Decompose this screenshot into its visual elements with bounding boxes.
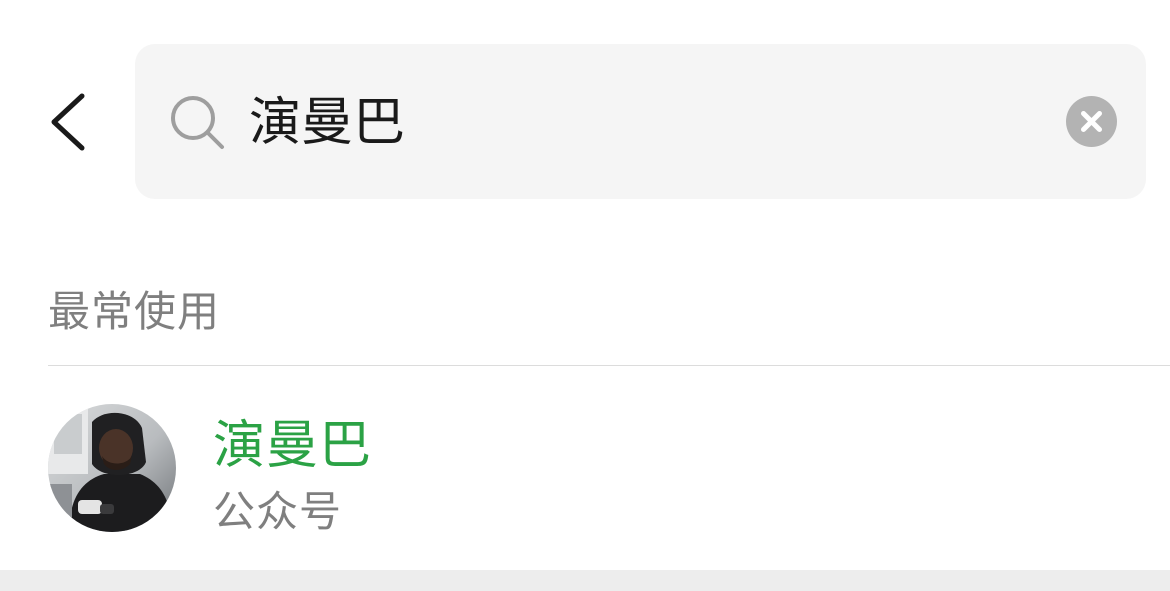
close-icon <box>1081 111 1102 132</box>
chevron-left-icon <box>51 93 85 151</box>
search-input[interactable] <box>249 84 1049 162</box>
search-bar[interactable] <box>135 44 1146 199</box>
result-subtitle: 公众号 <box>213 487 343 536</box>
avatar <box>48 404 176 532</box>
back-button[interactable] <box>36 82 100 162</box>
result-item[interactable]: 演曼巴 公众号 <box>0 366 1170 570</box>
search-icon <box>169 94 227 152</box>
section-header-most-used: 最常使用 <box>48 287 221 336</box>
clear-search-button[interactable] <box>1066 96 1117 147</box>
result-title: 演曼巴 <box>213 416 373 476</box>
footer-band <box>0 570 1170 591</box>
